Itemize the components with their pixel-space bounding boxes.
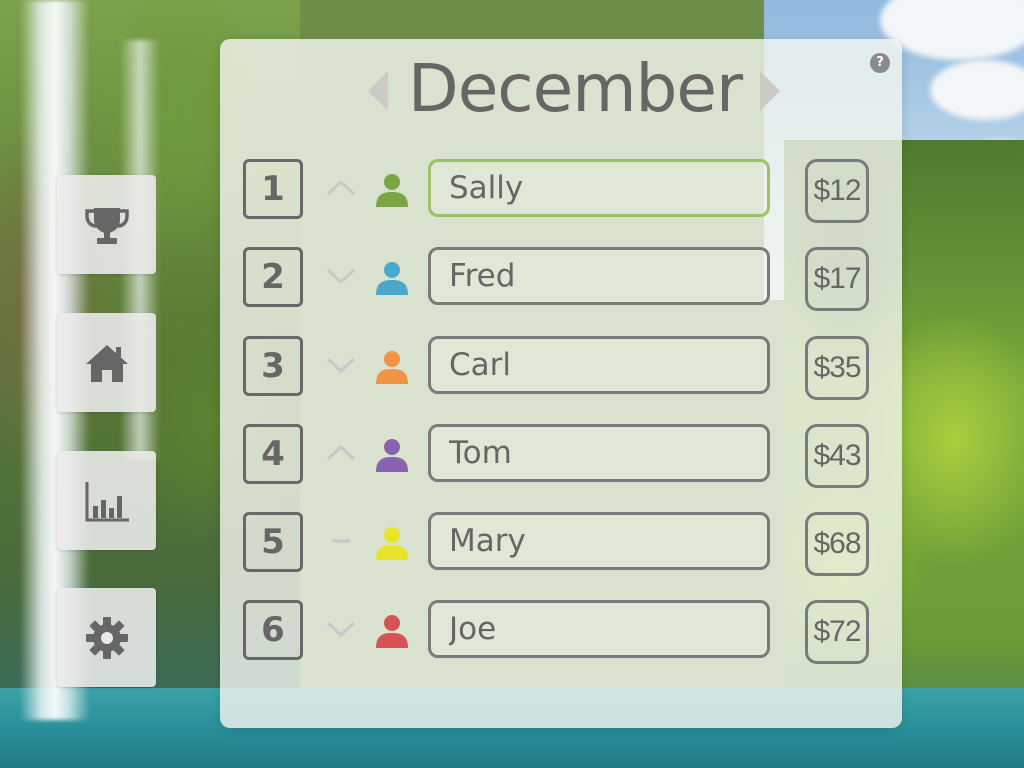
rank-badge: 6	[243, 600, 303, 660]
settings-button[interactable]	[57, 588, 156, 687]
amount-badge: $35	[805, 336, 869, 400]
list-item: 1 $12	[220, 159, 902, 223]
list-item: 6 $72	[220, 600, 902, 664]
amount-badge: $17	[805, 247, 869, 311]
list-item: 5 $68	[220, 512, 902, 576]
stats-button[interactable]	[57, 451, 156, 550]
user-avatar-icon	[376, 174, 408, 207]
player-name-input[interactable]	[428, 159, 770, 217]
player-name-input[interactable]	[428, 424, 770, 482]
user-avatar-icon	[376, 615, 408, 648]
chevron-right-icon[interactable]	[758, 69, 782, 113]
gear-icon	[85, 616, 128, 659]
chevron-down-icon	[326, 357, 356, 374]
player-name-input[interactable]	[428, 336, 770, 394]
month-title: December	[407, 50, 743, 127]
rank-badge: 1	[243, 159, 303, 219]
list-item: 2 $17	[220, 247, 902, 311]
player-name-input[interactable]	[428, 512, 770, 570]
amount-badge: $68	[805, 512, 869, 576]
dash-icon	[332, 539, 350, 543]
amount-badge: $12	[805, 159, 869, 223]
rank-badge: 5	[243, 512, 303, 572]
list-item: 4 $43	[220, 424, 902, 488]
home-button[interactable]	[57, 313, 156, 412]
leaderboard-button[interactable]	[57, 175, 156, 274]
chevron-down-icon	[326, 621, 356, 638]
user-avatar-icon	[376, 439, 408, 472]
list-item: 3 $35	[220, 336, 902, 400]
amount-badge: $72	[805, 600, 869, 664]
chevron-up-icon	[326, 179, 356, 196]
chevron-left-icon[interactable]	[366, 69, 390, 113]
player-name-input[interactable]	[428, 600, 770, 658]
player-name-input[interactable]	[428, 247, 770, 305]
month-navigation: December	[220, 53, 902, 133]
user-avatar-icon	[376, 527, 408, 560]
amount-badge: $43	[805, 424, 869, 488]
trophy-icon	[84, 207, 129, 244]
chevron-up-icon	[326, 444, 356, 461]
home-icon	[85, 344, 128, 382]
rank-badge: 2	[243, 247, 303, 307]
leaderboard-panel: ? December 1 $12 2	[220, 39, 902, 728]
rank-badge: 4	[243, 424, 303, 484]
chevron-down-icon	[326, 268, 356, 285]
user-avatar-icon	[376, 351, 408, 384]
rank-badge: 3	[243, 336, 303, 396]
bar-chart-icon	[85, 481, 129, 521]
user-avatar-icon	[376, 262, 408, 295]
